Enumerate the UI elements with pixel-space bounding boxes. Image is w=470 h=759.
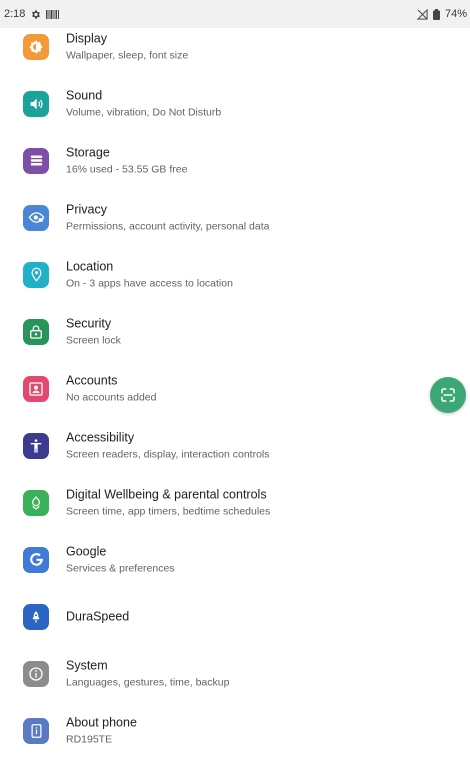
settings-item-subtitle: On - 3 apps have access to location (66, 277, 233, 289)
settings-item-subtitle: Screen readers, display, interaction con… (66, 448, 270, 460)
eye-lock-icon (23, 204, 49, 231)
settings-item-title: Security (66, 316, 112, 330)
settings-item-title: Privacy (66, 202, 107, 216)
display-icon (23, 33, 49, 60)
settings-item-text: Security Screen lock (66, 316, 121, 347)
settings-item-title: About phone (66, 715, 137, 729)
settings-item-wellbeing[interactable]: Digital Wellbeing & parental controls Scr… (0, 474, 420, 531)
settings-item-title: Accessibility (66, 430, 135, 444)
settings-item-text: Google Services & preferences (66, 544, 175, 575)
settings-item-system[interactable]: System Languages, gestures, time, backup (0, 645, 420, 702)
settings-item-title: Google (66, 544, 107, 558)
storage-icon (23, 147, 49, 174)
barcode-icon (46, 9, 60, 19)
signal-off-icon (416, 8, 428, 20)
settings-item-text: Privacy Permissions, account activity, pe… (66, 202, 269, 233)
info-icon (23, 660, 49, 687)
settings-item-location[interactable]: Location On - 3 apps have access to locat… (0, 246, 420, 303)
gear-icon (30, 9, 41, 20)
status-time: 2:18 (4, 8, 26, 20)
scan-fab-button[interactable] (430, 377, 466, 413)
settings-item-title: Sound (66, 88, 103, 102)
settings-item-security[interactable]: Security Screen lock (0, 303, 420, 360)
settings-item-text: Accounts No accounts added (66, 373, 156, 404)
settings-item-title: Storage (66, 145, 110, 159)
settings-item-text: Digital Wellbeing & parental controls Scr… (66, 487, 270, 518)
settings-item-subtitle: No accounts added (66, 391, 157, 403)
settings-item-subtitle: Screen lock (66, 334, 121, 346)
settings-item-text: System Languages, gestures, time, backup (66, 658, 229, 689)
settings-item-subtitle: 16% used - 53.55 GB free (66, 163, 188, 175)
settings-item-about[interactable]: About phone RD195TE (0, 702, 420, 759)
settings-item-subtitle: Languages, gestures, time, backup (66, 676, 230, 688)
settings-item-text: Sound Volume, vibration, Do Not Disturb (66, 88, 221, 119)
settings-item-title: System (66, 658, 108, 672)
accessibility-icon (23, 432, 49, 459)
settings-item-title: DuraSpeed (66, 609, 130, 623)
settings-item-privacy[interactable]: Privacy Permissions, account activity, pe… (0, 189, 420, 246)
battery-percent: 74% (444, 8, 467, 20)
settings-item-subtitle: RD195TE (66, 733, 113, 745)
scan-icon (439, 386, 457, 404)
settings-item-duraspeed[interactable]: DuraSpeed (0, 588, 420, 645)
settings-item-title: Display (66, 31, 107, 45)
rocket-icon (23, 603, 49, 630)
battery-icon (432, 8, 440, 20)
lock-icon (23, 318, 49, 345)
settings-item-subtitle: Services & preferences (66, 562, 175, 574)
settings-item-subtitle: Screen time, app timers, bedtime schedul… (66, 505, 271, 517)
status-bar: 2:18 74% (0, 0, 470, 28)
settings-item-sound[interactable]: Sound Volume, vibration, Do Not Disturb (0, 75, 420, 132)
settings-item-storage[interactable]: Storage 16% used - 53.55 GB free (0, 132, 420, 189)
settings-item-title: Location (66, 259, 114, 273)
settings-item-title: Digital Wellbeing & parental controls (66, 487, 267, 501)
settings-item-google[interactable]: Google Services & preferences (0, 531, 420, 588)
settings-item-text: DuraSpeed (66, 609, 129, 624)
settings-item-text: Storage 16% used - 53.55 GB free (66, 145, 187, 176)
account-card-icon (23, 375, 49, 402)
settings-item-subtitle: Wallpaper, sleep, font size (66, 49, 189, 61)
location-pin-icon (23, 261, 49, 288)
settings-item-accounts[interactable]: Accounts No accounts added (0, 360, 420, 417)
settings-item-title: Accounts (66, 373, 118, 387)
wellbeing-icon (23, 489, 49, 516)
phone-info-icon (23, 717, 49, 744)
settings-item-subtitle: Permissions, account activity, personal … (66, 220, 270, 232)
settings-item-text: Accessibility Screen readers, display, in… (66, 430, 270, 461)
speaker-icon (23, 90, 49, 117)
settings-item-subtitle: Volume, vibration, Do Not Disturb (66, 106, 222, 118)
settings-item-accessibility[interactable]: Accessibility Screen readers, display, in… (0, 417, 420, 474)
settings-item-text: Location On - 3 apps have access to locat… (66, 259, 233, 290)
google-icon (23, 546, 49, 573)
settings-item-text: About phone RD195TE (66, 715, 137, 746)
settings-item-text: Display Wallpaper, sleep, font size (66, 31, 188, 62)
